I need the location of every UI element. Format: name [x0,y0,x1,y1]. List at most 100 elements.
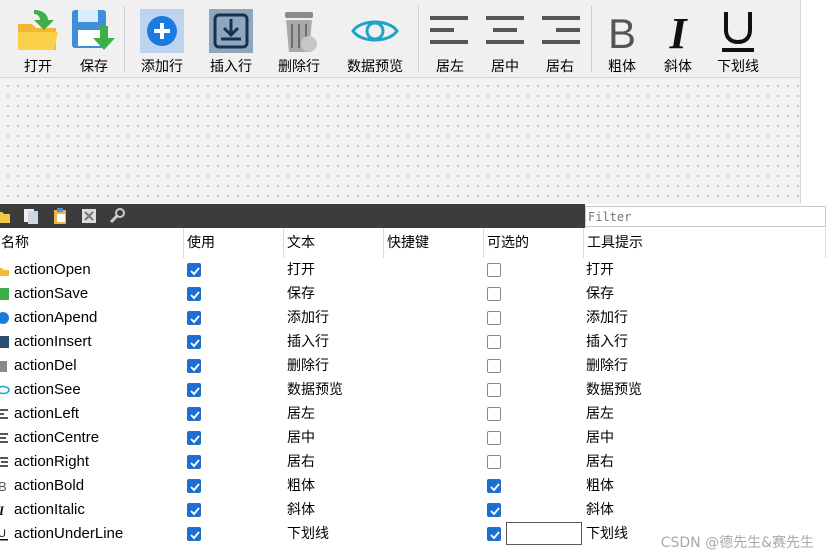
toolbar-button-label: 添加行 [141,59,183,75]
column-checkable-header[interactable]: 可选的 [484,228,584,258]
action-text: 斜体 [287,502,315,518]
actionSee-icon [0,383,10,397]
delete-action-icon[interactable] [80,207,98,225]
action-name: actionDel [14,357,77,374]
toolbar-separator [418,6,419,72]
add-circle-icon [138,6,186,56]
checkable-checkbox[interactable] [487,527,501,541]
toolbar-button-trash-bin[interactable]: 删除行 [270,4,328,76]
actionRight-icon [0,455,10,469]
used-checkbox[interactable] [187,335,201,349]
toolbar-button-eye[interactable]: 数据预览 [340,4,410,76]
used-checkbox[interactable] [187,431,201,445]
used-checkbox[interactable] [187,383,201,397]
actionCentre-icon [0,431,10,445]
align-left-icon [426,6,474,56]
checkable-checkbox[interactable] [487,407,501,421]
toolbar-separator [124,6,125,72]
checkable-checkbox[interactable] [487,479,501,493]
paste-action-icon[interactable] [51,207,69,225]
filter-input[interactable] [585,206,826,227]
configure-wrench-icon[interactable] [108,207,126,225]
copy-action-icon[interactable] [22,207,40,225]
table-row[interactable]: actionCentre 居中 居中 [0,426,826,450]
checkable-checkbox[interactable] [487,335,501,349]
underline-icon [714,6,762,56]
used-checkbox[interactable] [187,479,201,493]
toolbar-button-align-left[interactable]: 居左 [426,4,474,76]
table-row[interactable]: actionRight 居右 居右 [0,450,826,474]
toolbar-button-label: 下划线 [717,59,759,75]
toolbar-button-bold[interactable]: B 粗体 [598,4,646,76]
toolbar-button-open-folder[interactable]: 打开 [12,4,64,76]
action-name: actionSave [14,285,89,302]
actionItalic-icon: I [0,503,10,518]
table-row[interactable]: actionLeft 居左 居左 [0,402,826,426]
form-design-canvas[interactable] [0,78,800,204]
toolbar-button-align-right[interactable]: 居右 [536,4,584,76]
table-row[interactable]: actionApend 添加行 添加行 [0,306,826,330]
table-row[interactable]: actionOpen 打开 打开 [0,258,826,282]
used-checkbox[interactable] [187,527,201,541]
action-table: 名称 使用 文本 快捷键 可选的 工具提示 actionOpen 打开 打开 actionSave… [0,228,826,558]
actionLeft-icon [0,407,10,421]
toolbar-button-label: 斜体 [664,59,692,75]
toolbar-button-align-center[interactable]: 居中 [481,4,529,76]
checkable-checkbox[interactable] [487,311,501,325]
table-row[interactable]: IactionItalic 斜体 斜体 [0,498,826,522]
toolbar-button-label: 打开 [24,59,52,75]
inline-edit-box[interactable] [506,522,582,545]
table-row[interactable]: BactionBold 粗体 粗体 [0,474,826,498]
checkable-checkbox[interactable] [487,455,501,469]
action-text: 居左 [287,406,315,422]
column-used-header[interactable]: 使用 [184,228,284,258]
used-checkbox[interactable] [187,359,201,373]
checkable-checkbox[interactable] [487,359,501,373]
actionBold-icon: B [0,479,10,494]
checkable-checkbox[interactable] [487,263,501,277]
column-shortcut-header[interactable]: 快捷键 [384,228,484,258]
used-checkbox[interactable] [187,287,201,301]
checkable-checkbox[interactable] [487,287,501,301]
action-editor-toolbar [0,204,585,228]
used-checkbox[interactable] [187,311,201,325]
toolbar-button-save-floppy[interactable]: 保存 [68,4,120,76]
table-row[interactable]: actionSee 数据预览 数据预览 [0,378,826,402]
column-text-header[interactable]: 文本 [284,228,384,258]
action-text: 保存 [287,286,315,302]
action-text: 数据预览 [287,382,343,398]
actionUnderLine-icon: U [0,527,10,541]
action-tooltip: 打开 [586,262,614,278]
action-name: actionApend [14,309,98,326]
used-checkbox[interactable] [187,455,201,469]
trash-bin-icon [275,6,323,56]
action-tooltip: 居左 [586,406,614,422]
column-name-header[interactable]: 名称 [0,228,184,258]
checkable-checkbox[interactable] [487,383,501,397]
watermark: CSDN @德先生&赛先生 [660,535,814,551]
used-checkbox[interactable] [187,503,201,517]
main-toolbar: 打开 保存 添加行 插入行 删除行 数据预览 居左 居中 居右 B 粗体 I 斜体 下划线 [0,0,800,78]
used-checkbox[interactable] [187,263,201,277]
new-action-icon[interactable] [0,207,12,225]
action-name: actionUnderLine [14,525,124,542]
table-row[interactable]: actionInsert 插入行 插入行 [0,330,826,354]
table-row[interactable]: actionDel 删除行 删除行 [0,354,826,378]
toolbar-button-underline[interactable]: 下划线 [710,4,766,76]
used-checkbox[interactable] [187,407,201,421]
column-tooltip-header[interactable]: 工具提示 [584,228,826,258]
action-tooltip: 数据预览 [586,382,642,398]
toolbar-button-insert-download[interactable]: 插入行 [200,4,262,76]
action-name: actionSee [14,381,81,398]
action-tooltip: 删除行 [586,358,628,374]
toolbar-button-add-circle[interactable]: 添加行 [134,4,190,76]
checkable-checkbox[interactable] [487,503,501,517]
action-tooltip: 居右 [586,454,614,470]
table-row[interactable]: actionSave 保存 保存 [0,282,826,306]
action-text: 插入行 [287,334,329,350]
action-tooltip: 下划线 [586,526,628,542]
toolbar-button-italic[interactable]: I 斜体 [654,4,702,76]
action-name: actionCentre [14,429,100,446]
action-text: 居右 [287,454,315,470]
checkable-checkbox[interactable] [487,431,501,445]
